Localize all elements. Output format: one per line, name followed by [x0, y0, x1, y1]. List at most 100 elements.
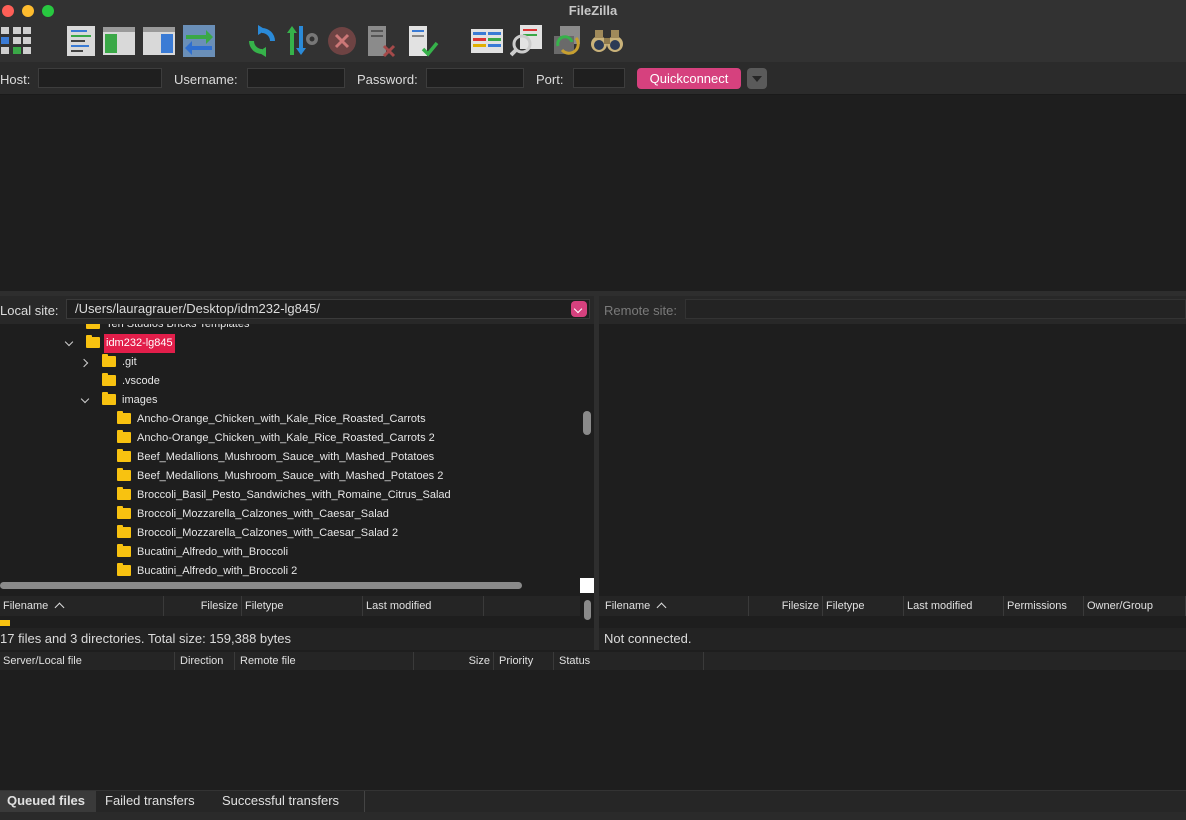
- password-input[interactable]: [426, 68, 524, 88]
- folder-icon: [86, 324, 100, 329]
- tree-row-selected[interactable]: idm232-lg845: [0, 334, 580, 353]
- folder-icon: [102, 373, 116, 386]
- column-permissions[interactable]: Permissions: [1004, 596, 1084, 616]
- tree-row[interactable]: Bucatini_Alfredo_with_Broccoli 2: [0, 562, 580, 578]
- tab-successful-transfers[interactable]: Successful transfers: [215, 791, 365, 813]
- reconnect-icon[interactable]: [405, 24, 439, 58]
- column-filetype[interactable]: Filetype: [242, 596, 363, 616]
- column-label: Filename: [605, 600, 651, 612]
- folder-icon: [117, 506, 131, 519]
- filename-filter-icon[interactable]: [510, 24, 544, 58]
- cancel-operation-icon[interactable]: [325, 24, 359, 58]
- tree-folder-label: Ancho-Orange_Chicken_with_Kale_Rice_Roas…: [137, 413, 426, 425]
- queue-header: Server/Local file Direction Remote file …: [0, 652, 1186, 670]
- directory-comparison-icon[interactable]: [470, 24, 504, 58]
- column-owner-group[interactable]: Owner/Group: [1084, 596, 1186, 616]
- queue-column-size[interactable]: Size: [414, 652, 494, 670]
- tree-row[interactable]: Ten Studios Bricks Templates: [0, 324, 580, 334]
- tree-row[interactable]: Ancho-Orange_Chicken_with_Kale_Rice_Roas…: [0, 410, 580, 429]
- tab-queued-files[interactable]: Queued files: [0, 791, 96, 813]
- synchronized-browsing-icon[interactable]: [550, 24, 584, 58]
- tree-folder-label: Beef_Medallions_Mushroom_Sauce_with_Mash…: [137, 451, 435, 463]
- local-tree-hscroll-thumb[interactable]: [0, 582, 522, 589]
- remote-directory-tree[interactable]: [599, 324, 1186, 592]
- remote-site-label: Remote site:: [604, 303, 677, 318]
- tree-row[interactable]: Ancho-Orange_Chicken_with_Kale_Rice_Roas…: [0, 429, 580, 448]
- local-file-list[interactable]: [0, 616, 580, 628]
- disconnect-icon[interactable]: [364, 24, 398, 58]
- tree-row[interactable]: Broccoli_Mozzarella_Calzones_with_Caesar…: [0, 524, 580, 543]
- tree-row[interactable]: Beef_Medallions_Mushroom_Sauce_with_Mash…: [0, 448, 580, 467]
- column-filename[interactable]: Filename: [599, 596, 749, 616]
- tree-folder-label: Ancho-Orange_Chicken_with_Kale_Rice_Roas…: [137, 432, 435, 444]
- folder-icon: [117, 449, 131, 462]
- site-manager-icon[interactable]: [0, 24, 34, 58]
- search-files-icon[interactable]: [590, 24, 624, 58]
- tree-folder-label: Bucatini_Alfredo_with_Broccoli 2: [137, 565, 298, 577]
- queue-column-status[interactable]: Status: [554, 652, 704, 670]
- tree-folder-label: idm232-lg845: [104, 334, 175, 353]
- tree-folder-label: Bucatini_Alfredo_with_Broccoli: [137, 546, 289, 558]
- folder-icon: [117, 563, 131, 576]
- username-input[interactable]: [247, 68, 345, 88]
- folder-icon: [117, 544, 131, 557]
- quickconnect-button[interactable]: Quickconnect: [637, 68, 741, 89]
- tree-row[interactable]: .git: [0, 353, 580, 372]
- remote-status-text: Not connected.: [599, 628, 1186, 650]
- message-log-toggle-icon[interactable]: [64, 24, 98, 58]
- local-directory-tree[interactable]: Ten Studios Bricks Templates idm232-lg84…: [0, 324, 580, 578]
- column-last-modified[interactable]: Last modified: [363, 596, 484, 616]
- sort-ascending-icon: [54, 602, 65, 613]
- remote-path-input[interactable]: [685, 299, 1186, 319]
- column-filesize[interactable]: Filesize: [749, 596, 823, 616]
- transfer-queue-toggle-icon[interactable]: [182, 24, 216, 58]
- folder-icon: [117, 525, 131, 538]
- folder-icon: [86, 335, 100, 348]
- chevron-right-icon[interactable]: [79, 358, 89, 368]
- folder-icon: [0, 620, 10, 626]
- tree-row[interactable]: .vscode: [0, 372, 580, 391]
- refresh-icon[interactable]: [245, 24, 279, 58]
- local-site-label: Local site:: [0, 303, 59, 318]
- quickconnect-history-dropdown[interactable]: [747, 68, 767, 89]
- local-file-list-scroll-thumb[interactable]: [584, 600, 591, 620]
- status-bar: [0, 812, 1186, 820]
- process-queue-icon[interactable]: [285, 24, 319, 58]
- column-filesize[interactable]: Filesize: [164, 596, 242, 616]
- tree-row[interactable]: Bucatini_Alfredo_with_Broccoli: [0, 543, 580, 562]
- sort-ascending-icon: [656, 602, 667, 613]
- chevron-down-icon[interactable]: [64, 337, 74, 347]
- local-tree-toggle-icon[interactable]: [102, 24, 136, 58]
- queue-column-server-local-file[interactable]: Server/Local file: [0, 652, 175, 670]
- message-log: [0, 95, 1186, 291]
- local-tree-scroll-thumb[interactable]: [583, 411, 591, 435]
- queue-column-remote-file[interactable]: Remote file: [235, 652, 414, 670]
- tree-folder-label: Beef_Medallions_Mushroom_Sauce_with_Mash…: [137, 470, 444, 482]
- tree-row[interactable]: Beef_Medallions_Mushroom_Sauce_with_Mash…: [0, 467, 580, 486]
- tree-row[interactable]: images: [0, 391, 580, 410]
- column-filetype[interactable]: Filetype: [823, 596, 904, 616]
- queue-column-priority[interactable]: Priority: [494, 652, 554, 670]
- chevron-down-icon[interactable]: [80, 394, 90, 404]
- tab-failed-transfers[interactable]: Failed transfers: [98, 791, 214, 813]
- column-last-modified[interactable]: Last modified: [904, 596, 1004, 616]
- local-path-dropdown[interactable]: [571, 301, 587, 317]
- queue-column-direction[interactable]: Direction: [175, 652, 235, 670]
- remote-tree-toggle-icon[interactable]: [142, 24, 176, 58]
- folder-icon: [102, 354, 116, 367]
- host-label: Host:: [0, 72, 31, 87]
- tree-row[interactable]: Broccoli_Mozzarella_Calzones_with_Caesar…: [0, 505, 580, 524]
- local-site-bar: Local site: /Users/lauragrauer/Desktop/i…: [0, 296, 594, 324]
- transfer-queue-list[interactable]: [0, 670, 1186, 790]
- username-label: Username:: [174, 72, 238, 87]
- column-filename[interactable]: Filename: [0, 596, 164, 616]
- quickconnect-bar: Host: Username: Password: Port: Quickcon…: [0, 62, 1186, 95]
- tree-row[interactable]: Broccoli_Basil_Pesto_Sandwiches_with_Rom…: [0, 486, 580, 505]
- folder-icon: [117, 487, 131, 500]
- password-label: Password:: [357, 72, 418, 87]
- port-input[interactable]: [573, 68, 625, 88]
- local-path-input[interactable]: /Users/lauragrauer/Desktop/idm232-lg845/: [66, 299, 590, 319]
- remote-file-list[interactable]: [599, 616, 1186, 628]
- remote-file-list-header: Filename Filesize Filetype Last modified…: [599, 596, 1186, 616]
- host-input[interactable]: [38, 68, 162, 88]
